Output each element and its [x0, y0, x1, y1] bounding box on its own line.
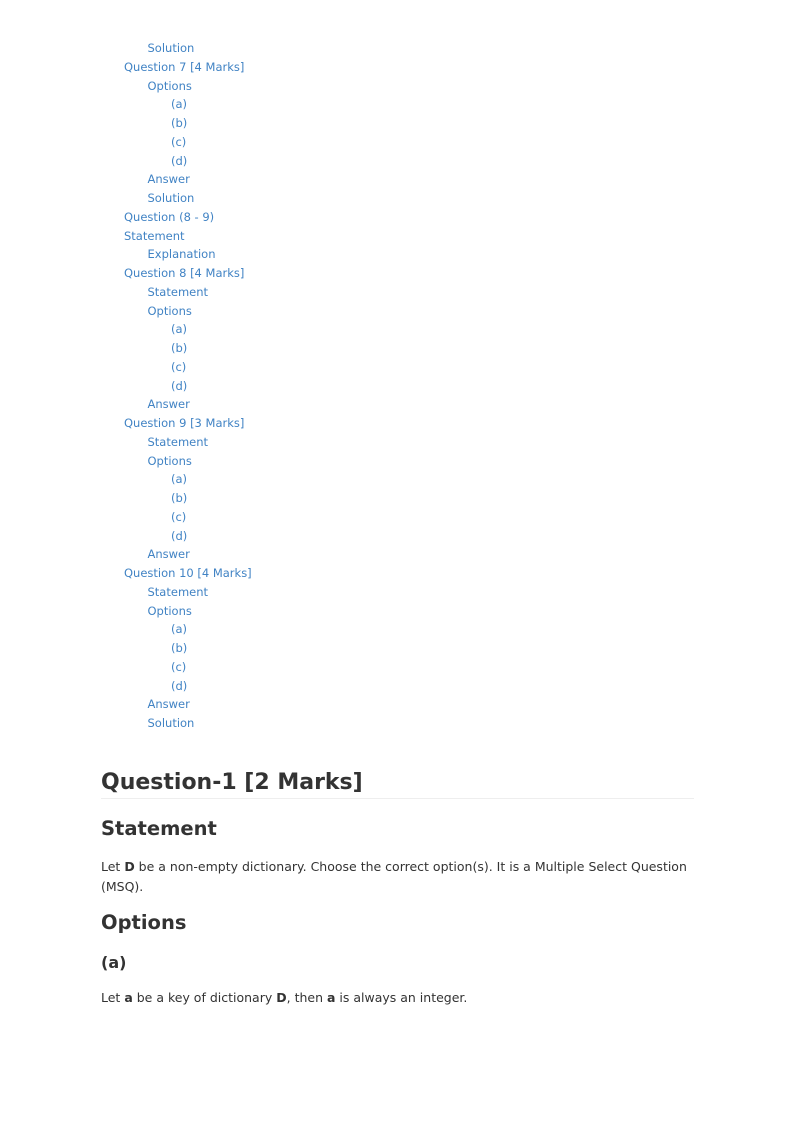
toc-link[interactable]: (c)	[124, 658, 424, 677]
toc-link[interactable]: (b)	[124, 339, 424, 358]
toc-link[interactable]: (c)	[124, 508, 424, 527]
toc-link[interactable]: Solution	[124, 714, 424, 733]
toc-link[interactable]: (a)	[124, 470, 424, 489]
toc-link[interactable]: Options	[124, 452, 424, 471]
toc-link[interactable]: (a)	[124, 620, 424, 639]
option-a-text: Let a be a key of dictionary D, then a i…	[101, 988, 694, 1008]
toc-link[interactable]: Question 7 [4 Marks]	[124, 58, 424, 77]
toc-link[interactable]: (d)	[124, 527, 424, 546]
toc-link[interactable]: (d)	[124, 677, 424, 696]
statement-heading: Statement	[101, 817, 217, 840]
table-of-contents: Solution Question 7 [4 Marks] Options (a) (b…	[124, 39, 424, 733]
toc-link[interactable]: Options	[124, 602, 424, 621]
option-text-part: is always an integer.	[335, 990, 468, 1005]
toc-link[interactable]: (a)	[124, 320, 424, 339]
statement-text-part: Let	[101, 859, 125, 874]
toc-link[interactable]: (b)	[124, 639, 424, 658]
dictionary-name: D	[124, 859, 135, 874]
option-text-part: be a key of dictionary	[132, 990, 277, 1005]
question-title: Question-1 [2 Marks]	[101, 770, 694, 799]
toc-link[interactable]: Statement	[124, 283, 424, 302]
toc-link[interactable]: Explanation	[124, 245, 424, 264]
toc-link[interactable]: (b)	[124, 114, 424, 133]
toc-link[interactable]: (a)	[124, 95, 424, 114]
toc-link[interactable]: Options	[124, 77, 424, 96]
toc-link[interactable]: Options	[124, 302, 424, 321]
toc-link[interactable]: Question (8 - 9)	[124, 208, 424, 227]
toc-link[interactable]: (c)	[124, 133, 424, 152]
toc-link[interactable]: (c)	[124, 358, 424, 377]
dictionary-name: D	[276, 990, 287, 1005]
toc-link[interactable]: (b)	[124, 489, 424, 508]
option-text-part: Let	[101, 990, 125, 1005]
toc-link[interactable]: Question 10 [4 Marks]	[124, 564, 424, 583]
toc-link[interactable]: Question 8 [4 Marks]	[124, 264, 424, 283]
key-name: a	[124, 990, 133, 1005]
options-heading: Options	[101, 911, 187, 934]
toc-link[interactable]: Solution	[124, 189, 424, 208]
option-text-part: , then	[286, 990, 327, 1005]
toc-link[interactable]: Answer	[124, 395, 424, 414]
toc-link[interactable]: Answer	[124, 545, 424, 564]
statement-text: Let D be a non-empty dictionary. Choose …	[101, 857, 694, 897]
toc-link[interactable]: Question 9 [3 Marks]	[124, 414, 424, 433]
toc-link[interactable]: Solution	[124, 39, 424, 58]
toc-link[interactable]: (d)	[124, 152, 424, 171]
statement-text-part: be a non-empty dictionary. Choose the co…	[101, 859, 687, 894]
toc-link[interactable]: Statement	[124, 227, 424, 246]
toc-link[interactable]: (d)	[124, 377, 424, 396]
toc-link[interactable]: Answer	[124, 695, 424, 714]
toc-link[interactable]: Answer	[124, 170, 424, 189]
toc-link[interactable]: Statement	[124, 583, 424, 602]
toc-link[interactable]: Statement	[124, 433, 424, 452]
option-a-label: (a)	[101, 953, 127, 972]
